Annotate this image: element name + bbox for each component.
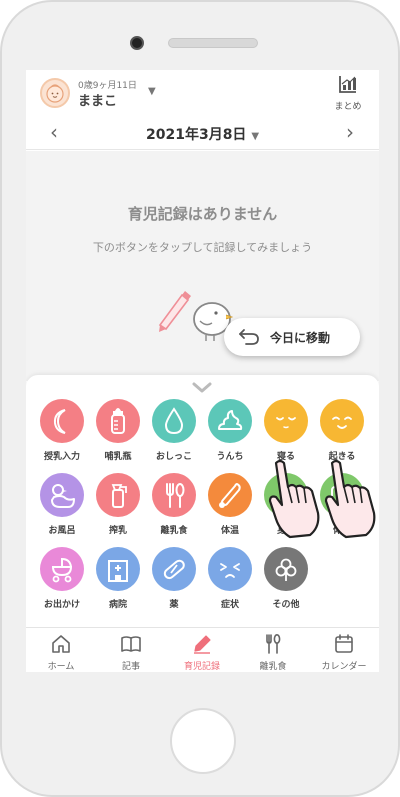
speaker bbox=[168, 38, 258, 48]
smile-face-icon bbox=[332, 416, 352, 429]
return-arrow-icon bbox=[239, 329, 259, 345]
camera bbox=[130, 36, 144, 50]
record-temperature-label: 体温 bbox=[220, 526, 239, 536]
tab-childcare-record-label: 育児記録 bbox=[183, 662, 220, 672]
record-poop-button[interactable]: うんち bbox=[202, 399, 258, 463]
tab-calendar[interactable]: カレンダー bbox=[309, 628, 379, 672]
stroller-icon bbox=[51, 557, 73, 583]
tab-home[interactable]: ホーム bbox=[26, 628, 96, 672]
chart-icon bbox=[339, 76, 356, 93]
record-other-button[interactable]: その他 bbox=[258, 547, 314, 611]
record-other-label: その他 bbox=[272, 600, 300, 610]
hospital-icon bbox=[108, 560, 128, 582]
tab-babyfood[interactable]: 離乳食 bbox=[238, 628, 308, 672]
bottom-tab-bar: ホーム 記事 育児記録 離乳食 カレンダー bbox=[26, 627, 379, 672]
record-pee-button[interactable]: おしっこ bbox=[146, 399, 202, 463]
record-medicine-label: 薬 bbox=[169, 600, 179, 610]
book-icon bbox=[121, 636, 141, 652]
next-day-icon[interactable]: › bbox=[340, 120, 360, 144]
record-breastfeed-label: 授乳入力 bbox=[43, 452, 80, 462]
record-outing-button[interactable]: お出かけ bbox=[34, 547, 90, 611]
record-pee-label: おしっこ bbox=[155, 452, 192, 462]
record-symptom-button[interactable]: 症状 bbox=[202, 547, 258, 611]
date-selector[interactable]: 2021年3月8日 ▼ bbox=[26, 124, 379, 144]
record-poop-label: うんち bbox=[216, 452, 244, 462]
phone-frame: 0歳9ヶ月11日 ままこ ▼ まとめ ‹ 2021年3月8日 ▼ › 育児記録は… bbox=[0, 0, 400, 797]
tab-home-label: ホーム bbox=[47, 662, 75, 672]
tab-articles[interactable]: 記事 bbox=[96, 628, 166, 672]
record-bath-label: お風呂 bbox=[48, 526, 76, 536]
record-bottle-label: 哺乳瓶 bbox=[104, 452, 132, 462]
record-hospital-button[interactable]: 病院 bbox=[90, 547, 146, 611]
tab-calendar-label: カレンダー bbox=[321, 662, 367, 672]
tab-childcare-record[interactable]: 育児記録 bbox=[167, 628, 237, 672]
record-buttons-panel: 授乳入力 哺乳瓶 おしっこ うんち 寝る 起きる お風呂 搾乳 離乳食 体温 お… bbox=[26, 375, 379, 627]
record-outing-label: お出かけ bbox=[43, 600, 80, 610]
chevron-down-icon[interactable] bbox=[191, 381, 213, 395]
record-pump-button[interactable]: 搾乳 bbox=[90, 473, 146, 537]
record-sleep-button[interactable]: 寝る bbox=[258, 399, 314, 463]
record-medicine-button[interactable]: 薬 bbox=[146, 547, 202, 611]
record-wake-button[interactable]: 起きる bbox=[314, 399, 370, 463]
drop-icon bbox=[164, 407, 184, 435]
sick-face-icon bbox=[220, 563, 240, 578]
pill-icon bbox=[163, 559, 185, 580]
go-to-today-button[interactable]: 今日に移動 bbox=[224, 318, 360, 356]
bottle-icon bbox=[111, 408, 125, 434]
baby-face-icon bbox=[46, 84, 64, 103]
utensils-icon bbox=[266, 634, 281, 654]
record-symptom-label: 症状 bbox=[220, 600, 239, 610]
date-label: 2021年3月8日 bbox=[145, 127, 247, 143]
record-temperature-button[interactable]: 体温 bbox=[202, 473, 258, 537]
tab-babyfood-label: 離乳食 bbox=[259, 662, 287, 672]
record-bottle-button[interactable]: 哺乳瓶 bbox=[90, 399, 146, 463]
home-button[interactable] bbox=[170, 708, 236, 774]
go-to-today-label: 今日に移動 bbox=[270, 331, 331, 345]
duck-icon bbox=[51, 484, 75, 508]
pencil-icon bbox=[194, 635, 211, 654]
app-screen: 0歳9ヶ月11日 ままこ ▼ まとめ ‹ 2021年3月8日 ▼ › 育児記録は… bbox=[26, 70, 379, 672]
record-bath-button[interactable]: お風呂 bbox=[34, 473, 90, 537]
chevron-down-icon[interactable]: ▼ bbox=[148, 86, 156, 97]
empty-hint: 下のボタンをタップして記録してみましょう bbox=[92, 241, 313, 254]
calendar-icon bbox=[335, 634, 353, 653]
empty-title: 育児記録はありません bbox=[127, 205, 278, 223]
record-breastfeed-button[interactable]: 授乳入力 bbox=[34, 399, 90, 463]
app-header: 0歳9ヶ月11日 ままこ ▼ まとめ bbox=[26, 70, 379, 114]
chevron-down-icon: ▼ bbox=[251, 131, 260, 142]
sleep-face-icon bbox=[276, 417, 296, 429]
home-icon bbox=[52, 635, 70, 653]
pump-icon bbox=[111, 484, 127, 508]
summary-button[interactable]: まとめ bbox=[330, 74, 366, 112]
tap-hand-icon bbox=[324, 459, 376, 539]
moon-icon bbox=[53, 409, 66, 434]
record-babyfood-label: 離乳食 bbox=[160, 526, 188, 536]
tab-articles-label: 記事 bbox=[121, 662, 140, 672]
utensils-icon bbox=[166, 483, 185, 508]
poop-icon bbox=[218, 410, 243, 430]
record-pump-label: 搾乳 bbox=[108, 526, 127, 536]
child-name[interactable]: ままこ bbox=[78, 90, 117, 109]
record-hospital-label: 病院 bbox=[108, 600, 127, 610]
record-babyfood-button[interactable]: 離乳食 bbox=[146, 473, 202, 537]
date-bar: ‹ 2021年3月8日 ▼ › bbox=[26, 116, 379, 150]
record-list-empty: 育児記録はありません 下のボタンをタップして記録してみましょう 今日に移動 bbox=[26, 151, 379, 381]
clover-icon bbox=[275, 558, 297, 581]
summary-label: まとめ bbox=[334, 102, 362, 112]
thermometer-icon bbox=[219, 482, 241, 508]
child-avatar[interactable] bbox=[40, 78, 70, 108]
